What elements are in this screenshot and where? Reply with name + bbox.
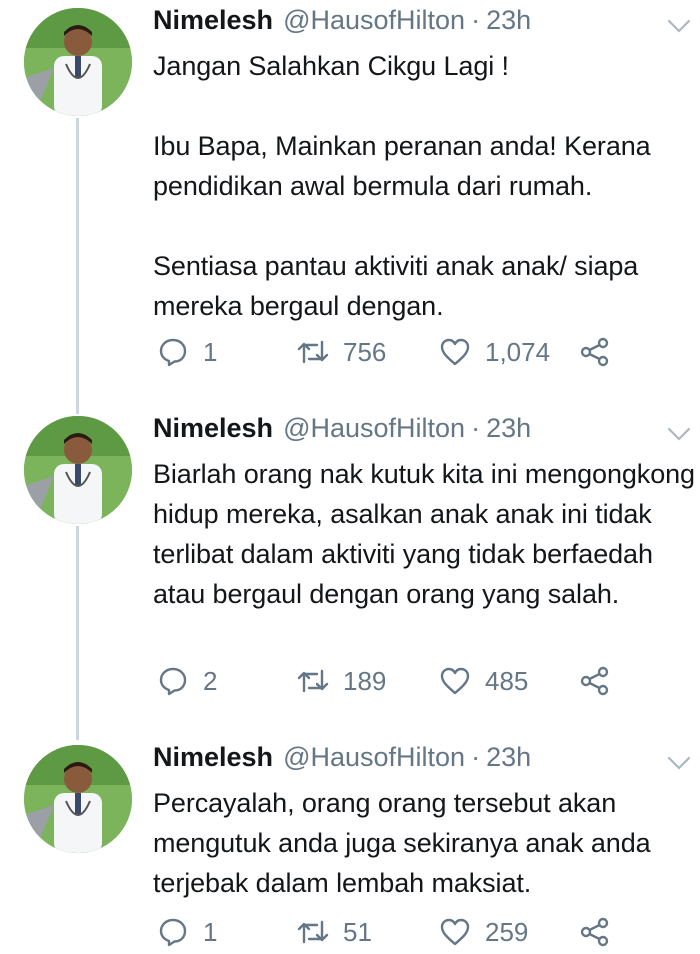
reply-button[interactable]: 1 bbox=[157, 332, 217, 372]
separator: · bbox=[471, 413, 481, 443]
retweet-icon bbox=[297, 669, 329, 693]
share-button[interactable] bbox=[579, 332, 611, 372]
share-button[interactable] bbox=[579, 661, 611, 701]
like-count: 1,074 bbox=[485, 336, 551, 367]
like-button[interactable]: 1,074 bbox=[439, 332, 550, 372]
reply-button[interactable]: 1 bbox=[157, 912, 217, 952]
retweet-count: 756 bbox=[343, 336, 387, 367]
like-icon bbox=[440, 338, 470, 366]
reply-count: 1 bbox=[203, 916, 218, 947]
reply-count: 2 bbox=[203, 665, 218, 696]
tweet[interactable]: Nimelesh @HausofHilton · 23h Biarlah ora… bbox=[0, 408, 700, 728]
author-handle[interactable]: @HausofHilton bbox=[283, 5, 465, 36]
reply-icon bbox=[159, 338, 187, 367]
retweet-count: 51 bbox=[343, 916, 372, 947]
tweet[interactable]: Nimelesh @HausofHilton · 23h Jangan Sala… bbox=[0, 0, 700, 400]
avatar[interactable] bbox=[24, 8, 132, 116]
tweet-text: Biarlah orang nak kutuk kita ini mengong… bbox=[153, 459, 695, 609]
author-handle[interactable]: @HausofHilton bbox=[283, 413, 465, 444]
tweet-text: Jangan Salahkan Cikgu Lagi ! Ibu Bapa, M… bbox=[153, 51, 651, 321]
timestamp[interactable]: 23h bbox=[486, 5, 531, 36]
like-count: 259 bbox=[485, 916, 529, 947]
author-handle[interactable]: @HausofHilton bbox=[283, 742, 465, 773]
share-button[interactable] bbox=[579, 912, 611, 952]
tweet[interactable]: Nimelesh @HausofHilton · 23h Percayalah,… bbox=[0, 737, 700, 954]
chevron-down-icon[interactable] bbox=[666, 13, 692, 39]
retweet-icon bbox=[297, 920, 329, 944]
share-icon bbox=[580, 917, 609, 947]
chevron-down-icon[interactable] bbox=[666, 750, 692, 776]
avatar[interactable] bbox=[24, 745, 132, 853]
timestamp[interactable]: 23h bbox=[486, 742, 531, 773]
author-name[interactable]: Nimelesh bbox=[153, 742, 273, 773]
like-button[interactable]: 259 bbox=[439, 912, 528, 952]
like-icon bbox=[440, 667, 470, 695]
timestamp[interactable]: 23h bbox=[486, 413, 531, 444]
retweet-button[interactable]: 756 bbox=[297, 332, 386, 372]
share-icon bbox=[580, 666, 609, 696]
avatar[interactable] bbox=[24, 416, 132, 524]
tweet-text: Percayalah, orang orang tersebut akan me… bbox=[153, 788, 658, 898]
retweet-button[interactable]: 189 bbox=[297, 661, 386, 701]
chevron-down-icon[interactable] bbox=[666, 421, 692, 447]
share-icon bbox=[580, 337, 609, 367]
reply-icon bbox=[159, 667, 187, 696]
author-name[interactable]: Nimelesh bbox=[153, 413, 273, 444]
reply-button[interactable]: 2 bbox=[157, 661, 217, 701]
reply-count: 1 bbox=[203, 336, 218, 367]
separator: · bbox=[471, 5, 481, 35]
like-icon bbox=[440, 918, 470, 946]
retweet-button[interactable]: 51 bbox=[297, 912, 372, 952]
reply-icon bbox=[159, 918, 187, 947]
retweet-icon bbox=[297, 340, 329, 364]
like-count: 485 bbox=[485, 665, 529, 696]
retweet-count: 189 bbox=[343, 665, 387, 696]
author-name[interactable]: Nimelesh bbox=[153, 5, 273, 36]
separator: · bbox=[471, 742, 481, 772]
like-button[interactable]: 485 bbox=[439, 661, 528, 701]
